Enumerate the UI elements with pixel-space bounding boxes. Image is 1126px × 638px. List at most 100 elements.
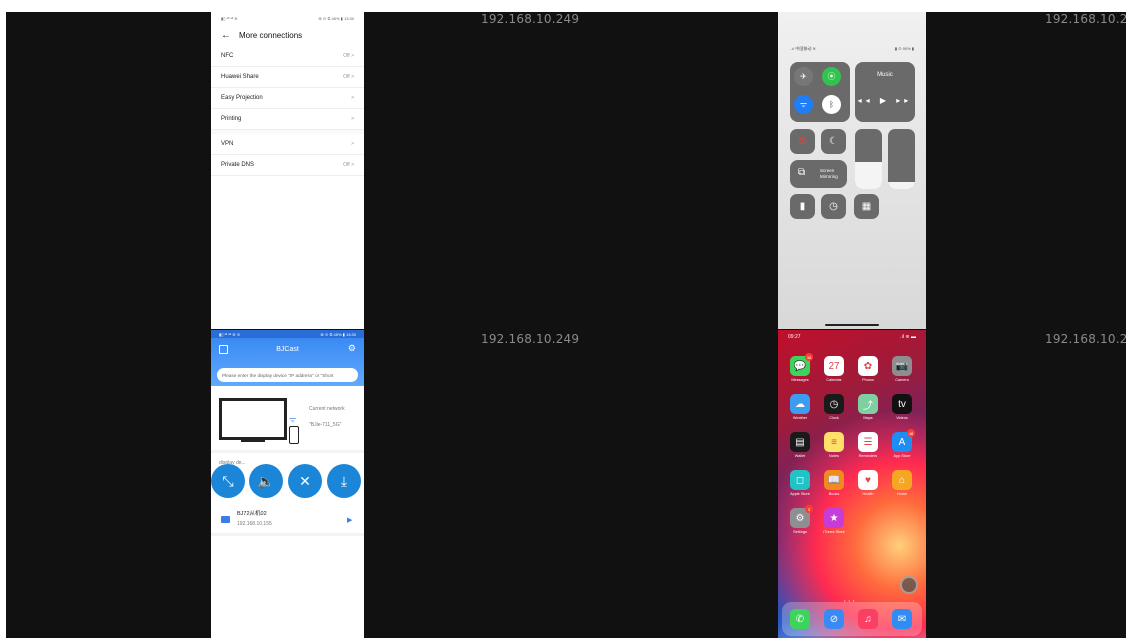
cellular-data-icon[interactable]: ⦿ <box>822 67 841 86</box>
app-label: iTunes Store <box>823 530 845 534</box>
app-label: Reminders <box>858 454 878 458</box>
settings-row-huawei-share[interactable]: Huawei Share Off > <box>211 67 364 88</box>
app-weather[interactable]: ☁ Weather <box>787 394 813 420</box>
home-icon: ⌂ <box>892 470 912 490</box>
app-messages[interactable]: 💬 38 Messages <box>787 353 813 382</box>
notification-badge: 48 <box>907 429 915 437</box>
status-right: ⊕ ⊙ ⏲ 45% ▮ 13:30 <box>320 331 356 337</box>
status-bar: 09:27 .ıl ≋ ▬ <box>788 334 916 340</box>
status-bar: ▮▯ ᵃˡˡ ᵃˡˡ ≋ ⊙ ⊕ ⊙ ⏲ 45% ▮ 13:30 <box>211 330 364 338</box>
books-icon: 📖 <box>824 470 844 490</box>
app-label: Books <box>828 492 840 496</box>
camera-icon: 📷 <box>892 356 912 376</box>
row-label: Private DNS <box>221 162 255 168</box>
home-indicator[interactable] <box>825 324 879 326</box>
app-store-icon: A 48 <box>892 429 915 452</box>
ip-watermark: 192.168.10.24 <box>1045 332 1126 346</box>
videos-icon: tv <box>892 394 912 414</box>
flashlight-icon[interactable]: ▮ <box>790 194 815 219</box>
app-label: Calendar <box>826 378 842 382</box>
ip-watermark: 192.168.10.249 <box>481 12 580 26</box>
ios-control-center: ..ıl 中国移动 ≋ ▮ ⊙ 90% ▮ ✈ ⦿ ᯤ ᛒ Music ◂◂ ▶… <box>778 12 926 329</box>
settings-row-private-dns[interactable]: Private DNS Off > <box>211 155 364 176</box>
android-more-connections-screen: ▮▯ ᵃˡˡ ᵃˡˡ ≋ ⊕ ⊙ ⏲ 46% ▮ 13:30 ← More co… <box>211 12 364 329</box>
settings-row-printing[interactable]: Printing > <box>211 109 364 130</box>
settings-row-nfc[interactable]: NFC Off > <box>211 46 364 67</box>
do-not-disturb-icon[interactable]: ☾ <box>821 129 846 154</box>
device-name[interactable]: BJ72从机02 <box>237 509 267 517</box>
clock: 09:27 <box>788 334 801 340</box>
screen-mirroring-label: Screen Mirroring <box>820 168 838 179</box>
notification-badge: 3 <box>805 505 813 513</box>
app-maps[interactable]: ⤴ Maps <box>855 394 881 420</box>
app-label: Apple Store <box>790 492 810 496</box>
phone-illustration <box>289 426 299 444</box>
row-value: > <box>351 141 354 147</box>
app-photos[interactable]: ✿ Photos <box>855 356 881 382</box>
rotation-lock-icon[interactable]: ⊙ <box>790 129 815 154</box>
row-label: Easy Projection <box>221 95 263 101</box>
bluetooth-icon[interactable]: ᛒ <box>822 95 841 114</box>
safari-icon[interactable]: ⊘ <box>824 609 844 629</box>
app-camera[interactable]: 📷 Camera <box>889 356 915 382</box>
assistive-touch-button[interactable] <box>900 576 918 594</box>
wallet-icon: ▤ <box>790 432 810 452</box>
search-input[interactable]: Please enter the display device "IP addr… <box>217 368 358 382</box>
app-label: Photos <box>862 378 874 382</box>
section-divider <box>211 450 364 453</box>
download-button[interactable]: ⤓ <box>327 464 361 498</box>
weather-icon: ☁ <box>790 394 810 414</box>
status-left: ▮▯ ᵃˡˡ ᵃˡˡ ≋ <box>221 15 238 21</box>
status-left: ▮▯ ᵃˡˡ ᵃˡˡ ≋ ⊙ <box>219 331 241 337</box>
app-books[interactable]: 📖 Books <box>821 470 847 496</box>
row-value: Off > <box>343 74 354 80</box>
app-label: Clock <box>829 416 839 420</box>
app-settings[interactable]: ⚙ 3 Settings <box>787 505 813 534</box>
wifi-icon[interactable]: ᯤ <box>794 95 813 114</box>
close-button[interactable]: ✕ <box>288 464 322 498</box>
gear-icon[interactable]: ⚙ <box>348 343 356 354</box>
music-block[interactable]: Music ◂◂ ▶ ▸▸ <box>855 62 915 122</box>
reminders-icon: ☰ <box>858 432 878 452</box>
mail-icon[interactable]: ✉ <box>892 609 912 629</box>
fullscreen-button[interactable]: ⤡ <box>211 464 245 498</box>
volume-slider[interactable] <box>888 129 915 189</box>
row-label: Huawei Share <box>221 74 259 80</box>
play-icon[interactable]: ▶ <box>347 516 352 524</box>
row-value: Off > <box>343 162 354 168</box>
app-label: Camera <box>895 378 909 382</box>
app-itunes-store[interactable]: ★ iTunes Store <box>821 508 847 534</box>
music-title: Music <box>877 72 893 78</box>
app-home[interactable]: ⌂ Home <box>889 470 915 496</box>
page-title: More connections <box>239 30 303 40</box>
screen-mirroring-button[interactable]: ⧉ Screen Mirroring <box>790 160 847 188</box>
music-icon[interactable]: ♫ <box>858 609 878 629</box>
app-videos[interactable]: tv Videos <box>889 394 915 420</box>
app-health[interactable]: ♥ Health <box>855 470 881 496</box>
messages-icon: 💬 38 <box>790 353 813 376</box>
back-arrow-icon[interactable]: ← <box>221 30 231 41</box>
status-bar: ..ıl 中国移动 ≋ ▮ ⊙ 90% ▮ <box>790 46 914 52</box>
volume-button[interactable]: 🔈 <box>249 464 283 498</box>
photos-icon: ✿ <box>858 356 878 376</box>
music-controls[interactable]: ◂◂ ▶ ▸▸ <box>855 96 915 105</box>
calculator-icon[interactable]: ▦ <box>854 194 879 219</box>
app-clock[interactable]: ◷ Clock <box>821 394 847 420</box>
brightness-slider[interactable] <box>855 129 882 189</box>
settings-row-vpn[interactable]: VPN > <box>211 134 364 155</box>
black-background <box>6 12 1126 638</box>
section-divider <box>211 533 364 536</box>
app-calendar[interactable]: 27 Calendar <box>821 356 847 382</box>
app-label: Maps <box>863 416 873 420</box>
app-apple-store[interactable]: ◻ Apple Store <box>787 470 813 496</box>
app-reminders[interactable]: ☰ Reminders <box>855 432 881 458</box>
settings-row-easy-projection[interactable]: Easy Projection > <box>211 88 364 109</box>
airplane-mode-icon[interactable]: ✈ <box>794 67 813 86</box>
app-app-store[interactable]: A 48 App Store <box>889 429 915 458</box>
timer-icon[interactable]: ◷ <box>821 194 846 219</box>
app-wallet[interactable]: ▤ Wallet <box>787 432 813 458</box>
battery-status: ▮ ⊙ 90% ▮ <box>894 46 914 51</box>
phone-icon[interactable]: ✆ <box>790 609 810 629</box>
screen-mirroring-icon: ⧉ <box>798 167 806 178</box>
app-notes[interactable]: ≡ Notes <box>821 432 847 458</box>
